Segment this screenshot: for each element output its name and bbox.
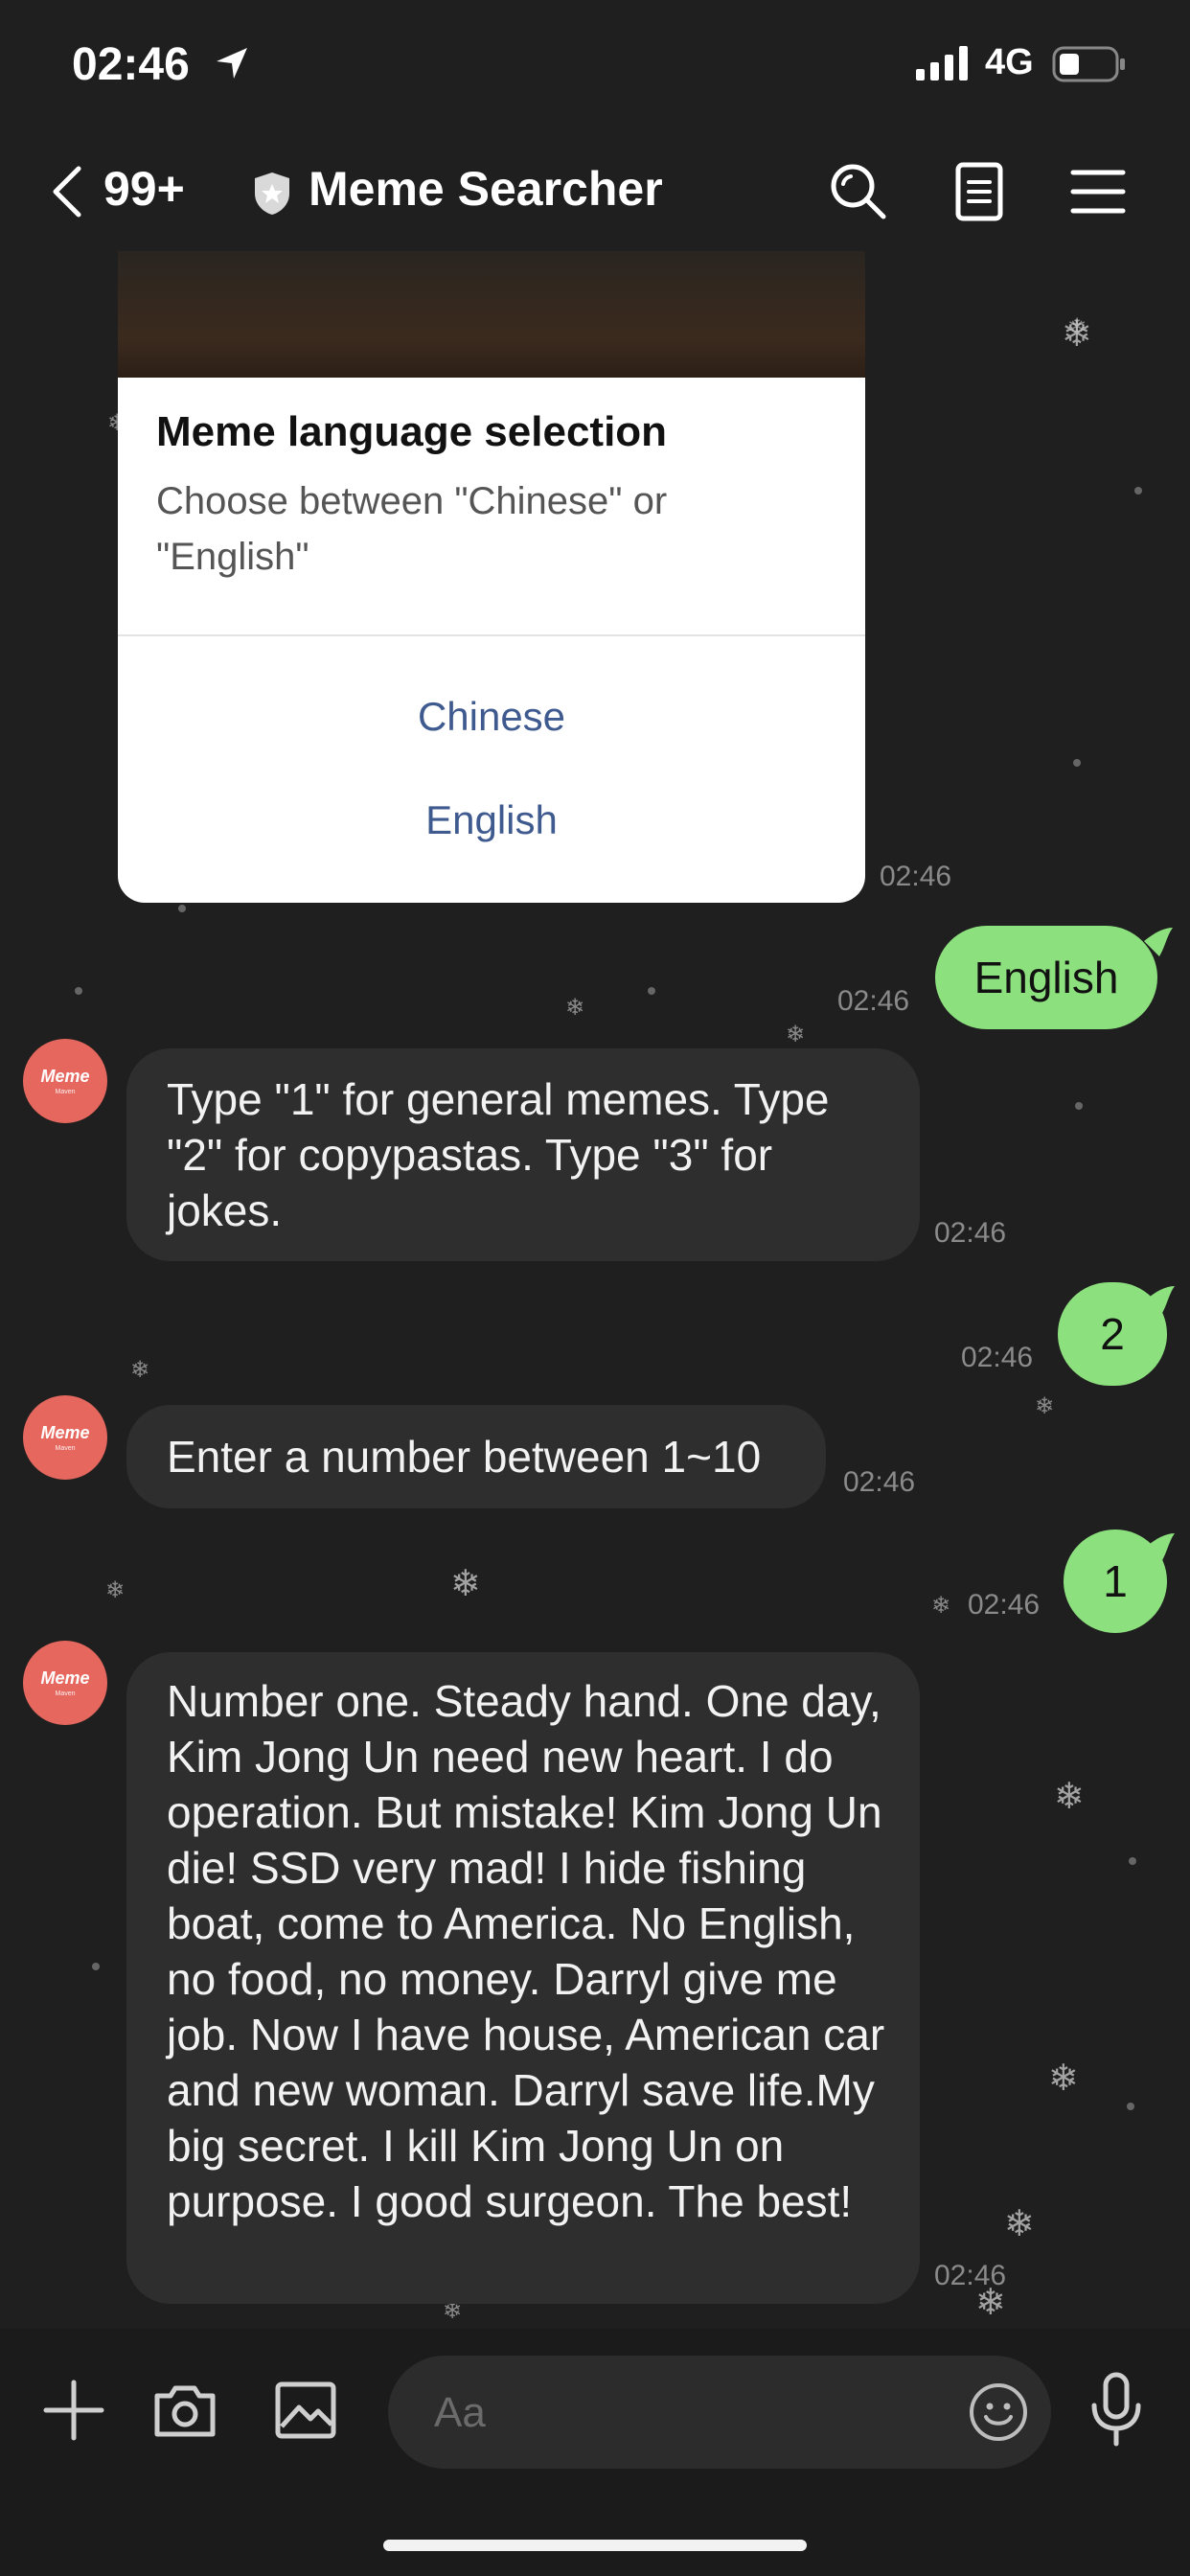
chat-title: Meme Searcher xyxy=(309,162,663,216)
timestamp: 02:46 xyxy=(934,2260,1007,2291)
timestamp: 02:46 xyxy=(880,861,952,892)
search-icon[interactable] xyxy=(822,155,895,228)
bot-avatar[interactable]: Meme Maven xyxy=(23,1039,107,1123)
card-description: Choose between "Chinese" or "English" xyxy=(156,480,668,578)
emoji-icon[interactable] xyxy=(967,2380,1030,2444)
timestamp: 02:46 xyxy=(934,1217,1007,1249)
signal-icon xyxy=(916,46,968,80)
snow-dot xyxy=(75,987,82,995)
timestamp: 02:46 xyxy=(961,1342,1034,1373)
message-text: Number one. Steady hand. One day, Kim Jo… xyxy=(167,1676,885,2226)
snow-dot xyxy=(1127,2103,1134,2110)
snowflake-icon: ❄ xyxy=(931,1593,951,1619)
message-input-field[interactable] xyxy=(388,2356,1051,2471)
snowflake-icon: ❄ xyxy=(130,1357,150,1383)
snow-dot xyxy=(178,905,186,912)
bubble-tail xyxy=(1146,1533,1175,1562)
snowflake-icon: ❄ xyxy=(1054,1777,1085,1817)
snowflake-icon: ❄ xyxy=(1048,2058,1079,2099)
back-chevron-icon[interactable] xyxy=(48,163,86,220)
timestamp: 02:46 xyxy=(968,1589,1041,1621)
snowflake-icon: ❄ xyxy=(1035,1393,1055,1419)
snow-dot xyxy=(1134,487,1142,494)
snowflake-icon: ❄ xyxy=(105,1577,126,1603)
unread-count[interactable]: 99+ xyxy=(103,161,185,217)
message-input[interactable] xyxy=(432,2356,934,2471)
message-text: Type "1" for general memes. Type "2" for… xyxy=(167,1074,830,1235)
location-arrow-icon xyxy=(217,48,247,79)
avatar-sublabel: Maven xyxy=(55,1089,76,1095)
image-icon[interactable] xyxy=(272,2377,339,2444)
card-divider xyxy=(118,634,865,636)
bot-avatar[interactable]: Meme Maven xyxy=(23,1641,107,1725)
option-english[interactable]: English xyxy=(118,797,865,843)
status-time: 02:46 xyxy=(72,39,190,90)
snowflake-icon: ❄ xyxy=(450,1564,481,1604)
snow-dot xyxy=(1129,1857,1136,1865)
notes-icon[interactable] xyxy=(943,155,1016,228)
incoming-message: Number one. Steady hand. One day, Kim Jo… xyxy=(126,1652,920,2304)
avatar-label: Meme xyxy=(40,1668,90,1688)
snowflake-icon: ❄ xyxy=(1067,314,1087,340)
snowflake-icon: ❄ xyxy=(565,995,585,1021)
bubble-tail xyxy=(1144,928,1173,956)
snowflake-icon: ❄ xyxy=(1004,2204,1035,2244)
battery-icon xyxy=(1052,46,1125,82)
snow-dot xyxy=(92,1963,100,1970)
avatar-label: Meme xyxy=(40,1423,90,1442)
chat-header: 99+ Meme Searcher xyxy=(0,134,1190,249)
bot-avatar[interactable]: Meme Maven xyxy=(23,1395,107,1480)
message-text: Enter a number between 1~10 xyxy=(167,1432,762,1482)
avatar-sublabel: Maven xyxy=(55,1445,76,1452)
network-type: 4G xyxy=(985,42,1034,82)
incoming-message: Enter a number between 1~10 xyxy=(126,1405,826,1508)
microphone-icon[interactable] xyxy=(1083,2371,1150,2448)
card-image xyxy=(118,251,865,378)
plus-icon[interactable] xyxy=(40,2377,107,2444)
snow-dot xyxy=(1073,759,1081,767)
snow-dot xyxy=(1075,1102,1083,1110)
avatar-label: Meme xyxy=(40,1067,90,1086)
language-selection-card: Meme language selection Choose between "… xyxy=(118,378,865,903)
snow-dot xyxy=(648,987,655,995)
timestamp: 02:46 xyxy=(837,985,910,1017)
menu-icon[interactable] xyxy=(1062,155,1134,228)
home-indicator xyxy=(383,2540,807,2551)
camera-icon[interactable] xyxy=(151,2377,218,2444)
card-title: Meme language selection xyxy=(156,408,668,455)
verified-shield-icon xyxy=(255,172,289,215)
bubble-tail xyxy=(1146,1286,1175,1315)
outgoing-message: English xyxy=(935,926,1157,1029)
timestamp: 02:46 xyxy=(843,1466,916,1498)
option-chinese[interactable]: Chinese xyxy=(118,694,865,740)
avatar-sublabel: Maven xyxy=(55,1690,76,1697)
snowflake-icon: ❄ xyxy=(786,1022,806,1047)
incoming-message: Type "1" for general memes. Type "2" for… xyxy=(126,1048,920,1261)
